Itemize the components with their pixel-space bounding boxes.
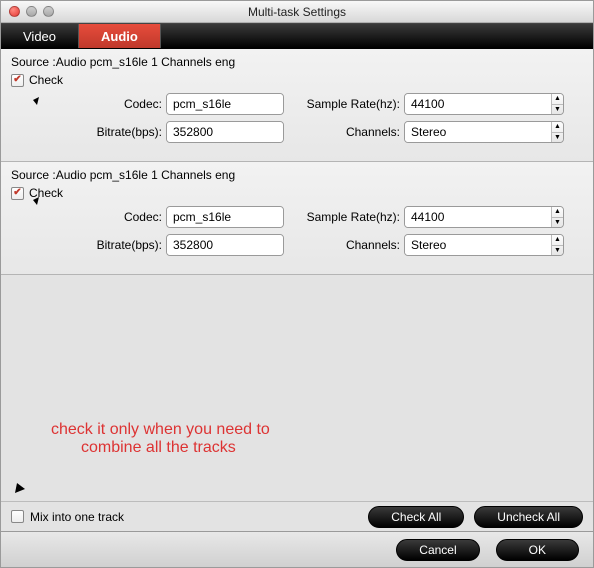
- bitrate-label: Bitrate(bps):: [11, 238, 166, 252]
- bitrate-stepper[interactable]: ▲▼: [166, 121, 284, 143]
- ok-button[interactable]: OK: [496, 539, 579, 561]
- bitrate-input[interactable]: [167, 122, 284, 142]
- include-checkbox[interactable]: [11, 187, 24, 200]
- tabbar: Video Audio: [1, 23, 593, 49]
- window-title: Multi-task Settings: [1, 5, 593, 19]
- check-all-button[interactable]: Check All: [368, 506, 464, 528]
- codec-input[interactable]: [167, 207, 284, 227]
- channels-input[interactable]: [405, 235, 551, 255]
- samplerate-stepper[interactable]: ▲▼: [404, 93, 564, 115]
- codec-select[interactable]: ▲▼: [166, 93, 284, 115]
- bitrate-stepper[interactable]: ▲▼: [166, 234, 284, 256]
- bitrate-input[interactable]: [167, 235, 284, 255]
- source-description: Source :Audio pcm_s16le 1 Channels eng: [11, 168, 583, 182]
- stepper-icon[interactable]: ▲▼: [551, 122, 563, 142]
- samplerate-label: Sample Rate(hz):: [296, 210, 404, 224]
- samplerate-input[interactable]: [405, 94, 551, 114]
- window-controls: [1, 6, 54, 17]
- include-checkbox-label: Check: [29, 73, 63, 87]
- codec-label: Codec:: [11, 210, 166, 224]
- zoom-window-icon: [43, 6, 54, 17]
- dialog-buttons-bar: Cancel OK: [1, 531, 593, 567]
- stepper-icon[interactable]: ▲▼: [551, 94, 563, 114]
- include-checkbox[interactable]: [11, 74, 24, 87]
- include-checkbox-label: Check: [29, 186, 63, 200]
- channels-select[interactable]: ▲▼: [404, 234, 564, 256]
- channels-input[interactable]: [405, 122, 551, 142]
- samplerate-label: Sample Rate(hz):: [296, 97, 404, 111]
- cancel-button[interactable]: Cancel: [396, 539, 479, 561]
- annotation-text: check it only when you need to combine a…: [51, 421, 270, 457]
- bitrate-label: Bitrate(bps):: [11, 125, 166, 139]
- stepper-icon[interactable]: ▲▼: [551, 235, 563, 255]
- channels-label: Channels:: [296, 125, 404, 139]
- codec-select[interactable]: ▲▼: [166, 206, 284, 228]
- codec-input[interactable]: [167, 94, 284, 114]
- channels-label: Channels:: [296, 238, 404, 252]
- samplerate-stepper[interactable]: ▲▼: [404, 206, 564, 228]
- tab-audio[interactable]: Audio: [79, 24, 161, 48]
- tab-video[interactable]: Video: [1, 24, 79, 48]
- mix-into-one-checkbox[interactable]: [11, 510, 24, 523]
- uncheck-all-button[interactable]: Uncheck All: [474, 506, 583, 528]
- source-description: Source :Audio pcm_s16le 1 Channels eng: [11, 55, 583, 69]
- stepper-icon[interactable]: ▲▼: [551, 207, 563, 227]
- annotation-arrow-icon: [9, 459, 43, 499]
- settings-window: Multi-task Settings Video Audio Source :…: [0, 0, 594, 568]
- audio-source-block: Source :Audio pcm_s16le 1 Channels eng C…: [1, 162, 593, 275]
- titlebar: Multi-task Settings: [1, 1, 593, 23]
- options-bar: Mix into one track Check All Uncheck All: [1, 501, 593, 531]
- audio-source-block: Source :Audio pcm_s16le 1 Channels eng C…: [1, 49, 593, 162]
- codec-label: Codec:: [11, 97, 166, 111]
- channels-select[interactable]: ▲▼: [404, 121, 564, 143]
- samplerate-input[interactable]: [405, 207, 551, 227]
- close-window-icon[interactable]: [9, 6, 20, 17]
- content-area: Source :Audio pcm_s16le 1 Channels eng C…: [1, 49, 593, 501]
- mix-into-one-label: Mix into one track: [30, 510, 124, 524]
- minimize-window-icon: [26, 6, 37, 17]
